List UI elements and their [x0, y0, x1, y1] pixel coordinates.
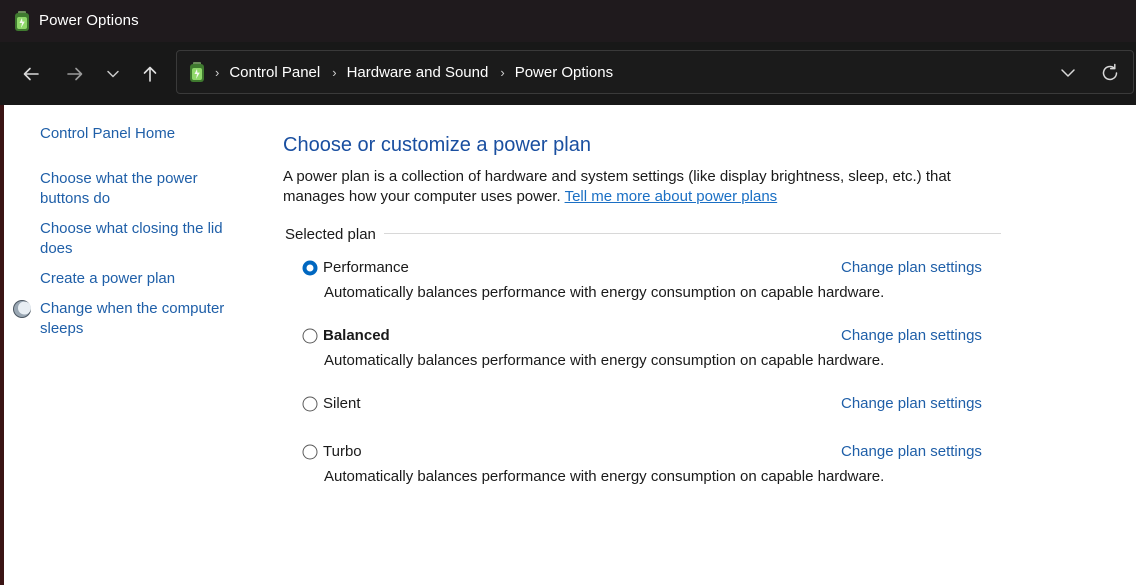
change-plan-settings-performance[interactable]: Change plan settings	[841, 259, 982, 276]
breadcrumb-power-options[interactable]: Power Options	[515, 64, 613, 81]
chevron-right-icon[interactable]: ›	[215, 65, 219, 80]
sidebar-item-closing-lid[interactable]: Choose what closing the lid does	[40, 219, 230, 259]
plan-radio-performance[interactable]	[302, 260, 318, 276]
forward-arrow-icon	[67, 67, 83, 81]
recent-locations-button[interactable]	[98, 59, 128, 89]
plan-radio-turbo[interactable]	[302, 444, 318, 460]
learn-more-link[interactable]: Tell me more about power plans	[565, 188, 778, 205]
sidebar-item-control-panel-home[interactable]: Control Panel Home	[40, 124, 240, 144]
forward-button[interactable]	[60, 59, 90, 89]
up-arrow-icon	[143, 66, 157, 82]
back-button[interactable]	[16, 59, 46, 89]
navigation-bar: › Control Panel › Hardware and Sound › P…	[0, 42, 1136, 105]
window-title: Power Options	[39, 12, 139, 29]
sidebar-item-power-buttons[interactable]: Choose what the power buttons do	[40, 169, 220, 209]
plan-radio-balanced[interactable]	[302, 328, 318, 344]
change-plan-settings-silent[interactable]: Change plan settings	[841, 395, 982, 412]
back-arrow-icon	[23, 67, 39, 81]
page-description: A power plan is a collection of hardware…	[283, 167, 983, 207]
chevron-down-icon	[107, 70, 119, 78]
address-bar[interactable]: › Control Panel › Hardware and Sound › P…	[176, 50, 1134, 94]
battery-icon	[190, 62, 204, 82]
content-area: Control Panel Home Choose what the power…	[4, 105, 1136, 585]
plan-name-performance[interactable]: Performance	[323, 259, 409, 276]
up-button[interactable]	[135, 59, 165, 89]
refresh-icon[interactable]	[1099, 62, 1121, 84]
sidebar-item-change-sleep[interactable]: Change when the computer sleeps	[40, 299, 235, 339]
plan-description-balanced: Automatically balances performance with …	[324, 352, 885, 369]
change-plan-settings-turbo[interactable]: Change plan settings	[841, 443, 982, 460]
battery-icon	[15, 11, 29, 31]
chevron-down-icon[interactable]	[1058, 63, 1078, 83]
plan-radio-silent[interactable]	[302, 396, 318, 412]
moon-icon	[13, 300, 31, 318]
breadcrumb-hardware-and-sound[interactable]: Hardware and Sound	[347, 64, 489, 81]
breadcrumb: › Control Panel › Hardware and Sound › P…	[215, 51, 625, 93]
plan-description-turbo: Automatically balances performance with …	[324, 468, 885, 485]
sidebar-item-create-power-plan[interactable]: Create a power plan	[40, 269, 240, 289]
plan-name-turbo[interactable]: Turbo	[323, 443, 362, 460]
selected-plan-label: Selected plan	[285, 226, 384, 243]
plan-description-performance: Automatically balances performance with …	[324, 284, 885, 301]
chevron-right-icon[interactable]: ›	[332, 65, 336, 80]
group-divider	[285, 233, 1001, 234]
breadcrumb-control-panel[interactable]: Control Panel	[229, 64, 320, 81]
chevron-right-icon[interactable]: ›	[500, 65, 504, 80]
plan-name-balanced[interactable]: Balanced	[323, 327, 390, 344]
title-bar: Power Options	[0, 0, 1136, 42]
plan-name-silent[interactable]: Silent	[323, 395, 361, 412]
page-title: Choose or customize a power plan	[283, 134, 591, 156]
change-plan-settings-balanced[interactable]: Change plan settings	[841, 327, 982, 344]
